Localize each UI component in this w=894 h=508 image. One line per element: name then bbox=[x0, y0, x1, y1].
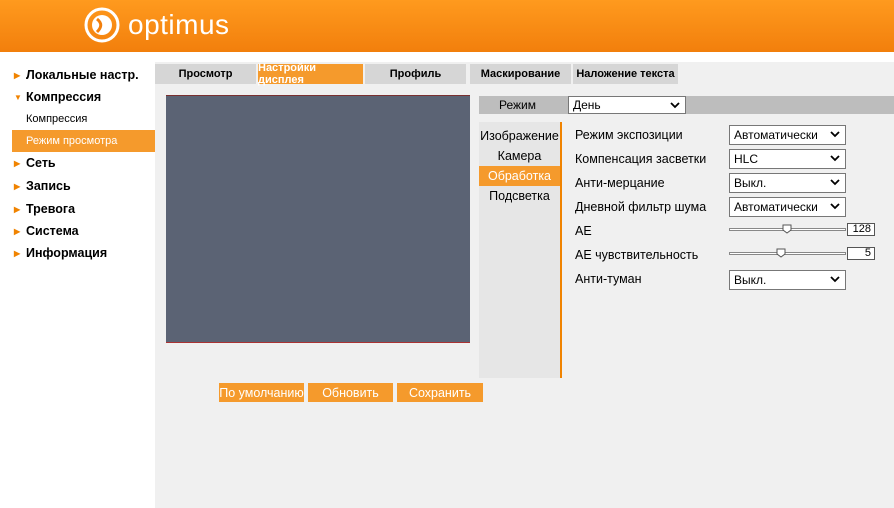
sidebar-item-label: Локальные настр. bbox=[26, 68, 139, 82]
submenu-processing[interactable]: Обработка bbox=[479, 166, 560, 186]
optimus-logo-icon bbox=[84, 7, 120, 43]
brand-name: optimus bbox=[128, 9, 230, 40]
header-bar: optimus bbox=[0, 0, 894, 52]
refresh-button[interactable]: Обновить bbox=[308, 383, 393, 402]
antifog-select[interactable]: Выкл. bbox=[729, 270, 846, 290]
chevron-down-icon bbox=[830, 203, 840, 210]
chevron-down-icon bbox=[830, 179, 840, 186]
submenu-backlight[interactable]: Подсветка bbox=[479, 186, 560, 206]
tab-display-settings[interactable]: Настройки дисплея bbox=[258, 62, 363, 86]
chevron-down-icon bbox=[830, 155, 840, 162]
noise-filter-select[interactable]: Автоматически bbox=[729, 197, 846, 217]
ae-sensitivity-value[interactable]: 5 bbox=[847, 247, 875, 260]
video-preview bbox=[166, 95, 470, 343]
triangle-right-icon: ▶ bbox=[14, 158, 21, 168]
mode-bar: Режим День bbox=[479, 96, 894, 114]
triangle-right-icon: ▶ bbox=[14, 248, 21, 258]
submenu-camera[interactable]: Камера bbox=[479, 146, 560, 166]
triangle-right-icon: ▶ bbox=[14, 181, 21, 191]
ae-slider-thumb[interactable] bbox=[782, 224, 792, 234]
submenu-divider bbox=[560, 122, 562, 378]
antifog-label: Анти-туман bbox=[575, 272, 642, 286]
sidebar-item-alarm[interactable]: ▶ Тревога bbox=[14, 202, 75, 216]
noise-filter-value: Автоматически bbox=[734, 200, 818, 214]
sidebar-item-label: Информация bbox=[26, 246, 108, 260]
sidebar-item-record[interactable]: ▶ Запись bbox=[14, 179, 71, 193]
antiflicker-select[interactable]: Выкл. bbox=[729, 173, 846, 193]
triangle-right-icon: ▶ bbox=[14, 226, 21, 236]
chevron-down-icon bbox=[830, 131, 840, 138]
sidebar-item-network[interactable]: ▶ Сеть bbox=[14, 156, 56, 170]
mode-label: Режим bbox=[499, 98, 536, 112]
backlight-label: Компенсация засветки bbox=[575, 152, 707, 166]
backlight-value: HLC bbox=[734, 152, 759, 166]
sidebar-item-label: Тревога bbox=[26, 202, 76, 216]
sidebar-item-label: Система bbox=[26, 224, 79, 238]
ae-sensitivity-slider-thumb[interactable] bbox=[776, 248, 786, 258]
chevron-down-icon bbox=[830, 276, 840, 283]
triangle-right-icon: ▶ bbox=[14, 70, 21, 80]
logo: optimus bbox=[84, 7, 230, 43]
sidebar-subitem-view-mode[interactable]: Режим просмотра bbox=[12, 130, 155, 152]
main-panel: Просмотр Настройки дисплея Профиль Маски… bbox=[155, 62, 894, 508]
submenu-image[interactable]: Изображение bbox=[479, 126, 560, 146]
antiflicker-value: Выкл. bbox=[734, 176, 767, 190]
sidebar-item-system[interactable]: ▶ Система bbox=[14, 224, 79, 238]
triangle-right-icon: ▶ bbox=[14, 204, 21, 214]
tab-preview[interactable]: Просмотр bbox=[155, 64, 256, 84]
settings-submenu: Изображение Камера Обработка Подсветка bbox=[479, 122, 560, 378]
exposure-select[interactable]: Автоматически bbox=[729, 125, 846, 145]
ae-label: AE bbox=[575, 224, 592, 238]
sidebar-item-label: Компрессия bbox=[26, 90, 102, 104]
default-button[interactable]: По умолчанию bbox=[219, 383, 304, 402]
ae-sensitivity-slider[interactable] bbox=[729, 252, 846, 255]
save-button[interactable]: Сохранить bbox=[397, 383, 483, 402]
sidebar-subitem-compression[interactable]: Компрессия bbox=[12, 108, 155, 130]
sidebar-item-compression[interactable]: ▼ Компрессия bbox=[14, 90, 101, 104]
chevron-down-icon bbox=[670, 102, 680, 109]
sidebar: ▶ Локальные настр. ▼ Компрессия Компресс… bbox=[6, 62, 155, 508]
noise-filter-label: Дневной фильтр шума bbox=[575, 200, 707, 214]
exposure-label: Режим экспозиции bbox=[575, 128, 683, 142]
tab-masking[interactable]: Маскирование bbox=[470, 64, 571, 84]
backlight-select[interactable]: HLC bbox=[729, 149, 846, 169]
exposure-value: Автоматически bbox=[734, 128, 818, 142]
sidebar-item-local[interactable]: ▶ Локальные настр. bbox=[14, 68, 139, 82]
ae-value[interactable]: 128 bbox=[847, 223, 875, 236]
ae-sensitivity-label: AE чувствительность bbox=[575, 248, 699, 262]
tab-profile[interactable]: Профиль bbox=[365, 64, 466, 84]
antiflicker-label: Анти-мерцание bbox=[575, 176, 665, 190]
sidebar-item-label: Сеть bbox=[26, 156, 56, 170]
antifog-value: Выкл. bbox=[734, 273, 767, 287]
tab-text-overlay[interactable]: Наложение текста bbox=[573, 64, 678, 84]
sidebar-item-info[interactable]: ▶ Информация bbox=[14, 246, 107, 260]
mode-select-value: День bbox=[573, 98, 601, 112]
sidebar-item-label: Запись bbox=[26, 179, 71, 193]
triangle-down-icon: ▼ bbox=[14, 92, 22, 102]
mode-select[interactable]: День bbox=[568, 96, 686, 114]
